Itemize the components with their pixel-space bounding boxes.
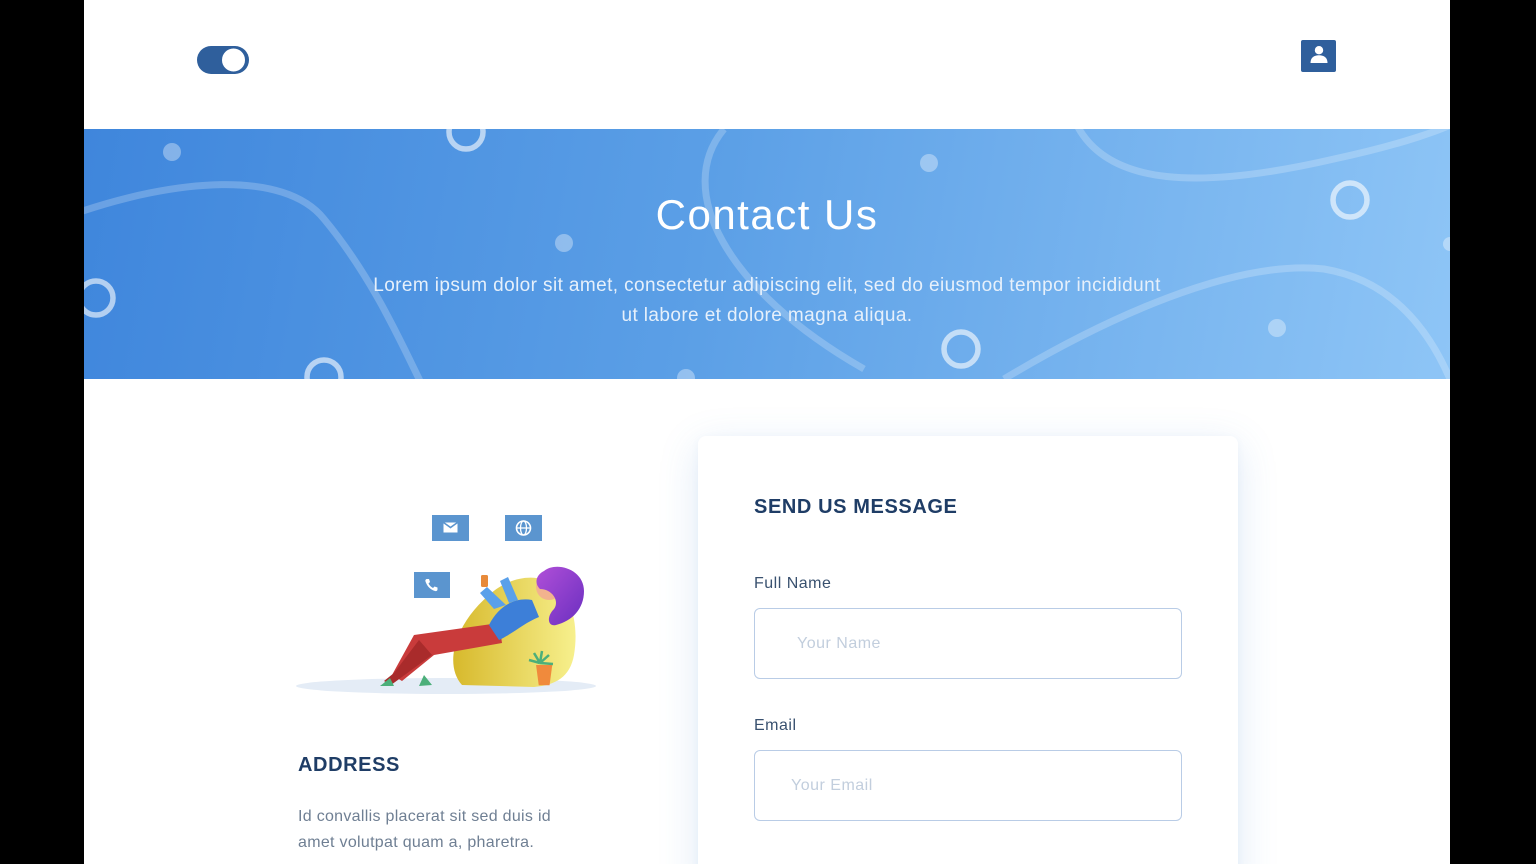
phone-icon <box>414 572 450 598</box>
email-label: Email <box>754 717 797 734</box>
mail-icon <box>432 515 469 541</box>
email-input[interactable] <box>754 750 1182 821</box>
hero-decoration <box>84 129 1450 379</box>
user-profile-button[interactable] <box>1301 40 1336 72</box>
hero-subtitle: Lorem ipsum dolor sit amet, consectetur … <box>373 275 1161 326</box>
page: Contact Us Lorem ipsum dolor sit amet, c… <box>84 0 1450 864</box>
top-header <box>84 0 1450 129</box>
full-name-label: Full Name <box>754 575 832 592</box>
globe-icon <box>505 515 542 541</box>
user-profile-icon <box>1309 44 1329 69</box>
form-title: SEND US MESSAGE <box>754 496 958 518</box>
page-title: Contact Us <box>655 191 879 238</box>
hero-banner: Contact Us Lorem ipsum dolor sit amet, c… <box>84 129 1450 379</box>
toggle-logo-icon[interactable] <box>197 44 250 75</box>
contact-illustration <box>294 505 614 705</box>
contact-form-card: SEND US MESSAGE Full Name Email <box>698 436 1238 864</box>
full-name-input[interactable] <box>754 608 1182 679</box>
address-text: Id convallis placerat sit sed duis id am… <box>298 808 551 851</box>
address-title: ADDRESS <box>298 754 400 776</box>
